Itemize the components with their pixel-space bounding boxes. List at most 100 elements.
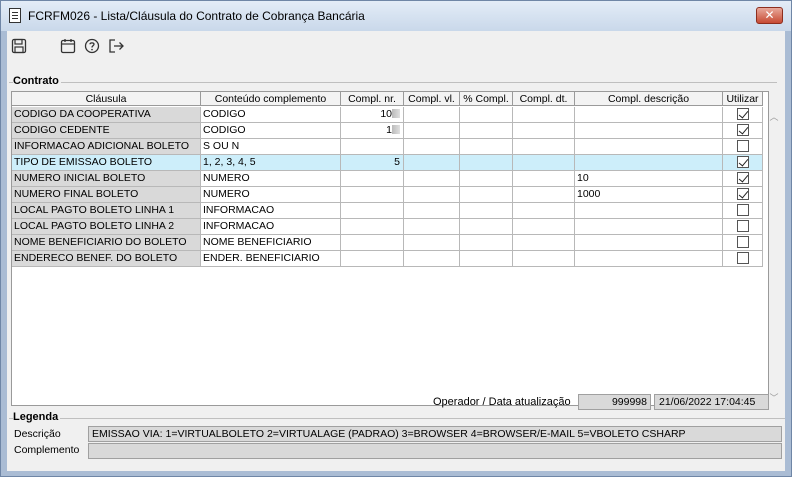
column-header[interactable]: Cláusula [12,92,201,106]
column-header[interactable]: % Compl. [460,92,513,106]
cell-conteudo[interactable]: INFORMACAO [201,219,341,235]
cell-vl[interactable] [404,203,460,219]
column-header[interactable]: Utilizar [723,92,763,106]
cell-nr[interactable] [341,219,404,235]
table-row[interactable]: LOCAL PAGTO BOLETO LINHA 2 INFORMACAO [12,219,763,235]
cell-pct[interactable] [460,251,513,267]
scroll-up-icon[interactable]: ︿ [769,110,779,123]
utilizar-checkbox[interactable] [736,252,749,264]
cell-clausula[interactable]: CODIGO DA COOPERATIVA [12,107,201,123]
cell-vl[interactable] [404,155,460,171]
cell-vl[interactable] [404,235,460,251]
close-button[interactable]: ✕ [756,7,783,24]
table-row[interactable]: TIPO DE EMISSAO BOLETO 1, 2, 3, 4, 5 5 [12,155,763,171]
cell-clausula[interactable]: NUMERO FINAL BOLETO [12,187,201,203]
cell-descricao[interactable] [575,139,723,155]
vertical-scrollbar[interactable]: ︿ ﹀ [766,108,782,405]
cell-descricao[interactable] [575,203,723,219]
utilizar-checkbox[interactable] [736,124,749,136]
cell-pct[interactable] [460,107,513,123]
table-row[interactable]: NOME BENEFICIARIO DO BOLETO NOME BENEFICI… [12,235,763,251]
cell-nr[interactable] [341,171,404,187]
cell-pct[interactable] [460,171,513,187]
utilizar-checkbox[interactable] [736,204,749,216]
cell-nr[interactable]: 1 [341,123,404,139]
column-header[interactable]: Compl. vl. [404,92,460,106]
cell-clausula[interactable]: TIPO DE EMISSAO BOLETO [12,155,201,171]
cell-conteudo[interactable]: S OU N [201,139,341,155]
cell-dt[interactable] [513,203,575,219]
cell-conteudo[interactable]: 1, 2, 3, 4, 5 [201,155,341,171]
utilizar-checkbox[interactable] [736,156,749,168]
cell-vl[interactable] [404,187,460,203]
cell-pct[interactable] [460,187,513,203]
cell-clausula[interactable]: NUMERO INICIAL BOLETO [12,171,201,187]
column-header[interactable]: Conteúdo complemento [201,92,341,106]
cell-conteudo[interactable]: CODIGO [201,123,341,139]
cell-pct[interactable] [460,219,513,235]
utilizar-checkbox[interactable] [736,188,749,200]
cell-descricao[interactable]: 1000 [575,187,723,203]
cell-dt[interactable] [513,139,575,155]
cell-dt[interactable] [513,187,575,203]
save-icon[interactable] [11,38,27,54]
cell-vl[interactable] [404,123,460,139]
cell-descricao[interactable] [575,219,723,235]
utilizar-checkbox[interactable] [736,172,749,184]
cell-clausula[interactable]: CODIGO CEDENTE [12,123,201,139]
table-row[interactable]: NUMERO INICIAL BOLETO NUMERO 10 [12,171,763,187]
cell-descricao[interactable] [575,107,723,123]
column-header[interactable]: Compl. dt. [513,92,575,106]
cell-conteudo[interactable]: CODIGO [201,107,341,123]
scroll-down-icon[interactable]: ﹀ [769,391,779,404]
column-header[interactable]: Compl. descrição [575,92,723,106]
cell-vl[interactable] [404,219,460,235]
utilizar-checkbox[interactable] [736,220,749,232]
cell-descricao[interactable] [575,235,723,251]
cell-dt[interactable] [513,107,575,123]
cell-clausula[interactable]: INFORMACAO ADICIONAL BOLETO [12,139,201,155]
cell-clausula[interactable]: ENDERECO BENEF. DO BOLETO [12,251,201,267]
cell-conteudo[interactable]: NOME BENEFICIARIO [201,235,341,251]
table-row[interactable]: NUMERO FINAL BOLETO NUMERO 1000 [12,187,763,203]
utilizar-checkbox[interactable] [736,108,749,120]
help-icon[interactable] [84,38,100,54]
cell-dt[interactable] [513,155,575,171]
cell-pct[interactable] [460,155,513,171]
cell-clausula[interactable]: LOCAL PAGTO BOLETO LINHA 2 [12,219,201,235]
table-row[interactable]: LOCAL PAGTO BOLETO LINHA 1 INFORMACAO [12,203,763,219]
cell-conteudo[interactable]: INFORMACAO [201,203,341,219]
clausulas-grid[interactable]: Cláusula Conteúdo complemento Compl. nr. Co… [11,91,779,406]
table-row[interactable]: CODIGO DA COOPERATIVA CODIGO 10 [12,107,763,123]
cell-nr[interactable] [341,251,404,267]
cell-nr[interactable] [341,235,404,251]
table-row[interactable]: CODIGO CEDENTE CODIGO 1 [12,123,763,139]
cell-dt[interactable] [513,123,575,139]
cell-nr[interactable]: 10 [341,107,404,123]
calendar-icon[interactable] [60,38,76,54]
cell-nr[interactable] [341,187,404,203]
title-bar[interactable]: FCRFM026 - Lista/Cláusula do Contrato de… [1,1,791,31]
cell-dt[interactable] [513,235,575,251]
cell-vl[interactable] [404,107,460,123]
cell-nr[interactable] [341,203,404,219]
table-row[interactable]: ENDERECO BENEF. DO BOLETO ENDER. BENEFICI… [12,251,763,267]
cell-dt[interactable] [513,219,575,235]
table-row[interactable]: INFORMACAO ADICIONAL BOLETO S OU N [12,139,763,155]
exit-icon[interactable] [108,38,124,54]
cell-descricao[interactable] [575,251,723,267]
utilizar-checkbox[interactable] [736,236,749,248]
cell-dt[interactable] [513,251,575,267]
cell-vl[interactable] [404,171,460,187]
cell-pct[interactable] [460,203,513,219]
cell-descricao[interactable] [575,155,723,171]
cell-pct[interactable] [460,123,513,139]
cell-dt[interactable] [513,171,575,187]
cell-descricao[interactable] [575,123,723,139]
cell-conteudo[interactable]: NUMERO [201,187,341,203]
cell-nr[interactable] [341,139,404,155]
cell-vl[interactable] [404,251,460,267]
cell-clausula[interactable]: LOCAL PAGTO BOLETO LINHA 1 [12,203,201,219]
utilizar-checkbox[interactable] [736,140,749,152]
column-header[interactable]: Compl. nr. [341,92,404,106]
